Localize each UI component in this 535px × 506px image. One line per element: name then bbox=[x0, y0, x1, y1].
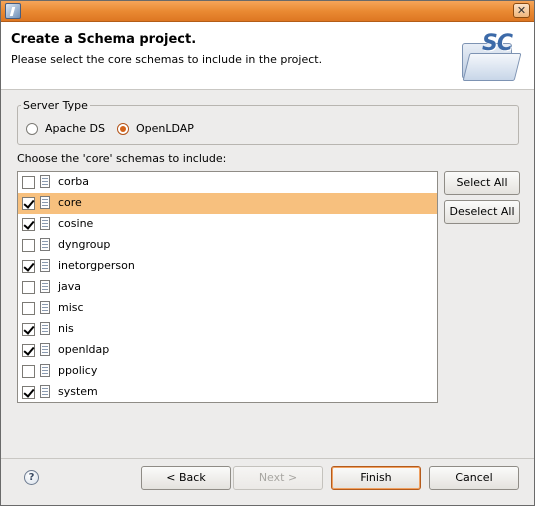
schema-file-icon bbox=[40, 301, 50, 314]
schema-file-icon bbox=[40, 343, 50, 356]
openldap-label[interactable]: OpenLDAP bbox=[136, 122, 194, 135]
apache-ds-radio[interactable] bbox=[26, 123, 38, 135]
schema-file-icon bbox=[40, 238, 50, 251]
schema-project-banner-icon: SC bbox=[460, 31, 522, 83]
close-button[interactable]: ✕ bbox=[513, 3, 530, 18]
footer-divider bbox=[1, 458, 534, 459]
eclipse-window-icon bbox=[5, 3, 21, 19]
checkbox[interactable] bbox=[22, 344, 35, 357]
cancel-button[interactable]: Cancel bbox=[429, 466, 519, 490]
schema-row-cosine[interactable]: cosine bbox=[18, 214, 437, 235]
schema-name: java bbox=[58, 280, 82, 293]
schema-file-icon bbox=[40, 364, 50, 377]
wizard-window: ✕ Create a Schema project. Please select… bbox=[0, 0, 535, 506]
schema-name: cosine bbox=[58, 217, 94, 230]
schema-name: system bbox=[58, 385, 98, 398]
schema-name: dyngroup bbox=[58, 238, 111, 251]
checkbox[interactable] bbox=[22, 239, 35, 252]
deselect-all-button[interactable]: Deselect All bbox=[444, 200, 520, 224]
schema-file-icon bbox=[40, 259, 50, 272]
schemas-caption: Choose the 'core' schemas to include: bbox=[17, 152, 227, 165]
checkbox[interactable] bbox=[22, 323, 35, 336]
help-icon[interactable]: ? bbox=[24, 470, 39, 485]
schema-name: misc bbox=[58, 301, 84, 314]
schema-file-icon bbox=[40, 175, 50, 188]
server-type-label: Server Type bbox=[21, 99, 90, 112]
checkbox[interactable] bbox=[22, 176, 35, 189]
schema-row-core[interactable]: core bbox=[18, 193, 437, 214]
page-title: Create a Schema project. bbox=[11, 32, 197, 47]
checkbox[interactable] bbox=[22, 260, 35, 273]
schema-list[interactable]: corba core cosine dyngroup inetorgperson… bbox=[17, 171, 438, 403]
checkbox[interactable] bbox=[22, 365, 35, 378]
schema-file-icon bbox=[40, 196, 50, 209]
schema-name: corba bbox=[58, 175, 90, 188]
schema-file-icon bbox=[40, 217, 50, 230]
schema-file-icon bbox=[40, 385, 50, 398]
banner-text: SC bbox=[482, 31, 513, 56]
schema-row-java[interactable]: java bbox=[18, 277, 437, 298]
schema-name: core bbox=[58, 196, 82, 209]
schema-row-dyngroup[interactable]: dyngroup bbox=[18, 235, 437, 256]
schema-row-system[interactable]: system bbox=[18, 382, 437, 402]
schema-row-corba[interactable]: corba bbox=[18, 172, 437, 193]
apache-ds-label[interactable]: Apache DS bbox=[45, 122, 105, 135]
next-button[interactable]: Next > bbox=[233, 466, 323, 490]
schema-name: ppolicy bbox=[58, 364, 98, 377]
openldap-radio[interactable] bbox=[117, 123, 129, 135]
schema-row-nis[interactable]: nis bbox=[18, 319, 437, 340]
finish-button[interactable]: Finish bbox=[331, 466, 421, 490]
select-all-button[interactable]: Select All bbox=[444, 171, 520, 195]
title-bar[interactable]: ✕ bbox=[1, 1, 534, 22]
back-button[interactable]: < Back bbox=[141, 466, 231, 490]
schema-name: inetorgperson bbox=[58, 259, 135, 272]
schema-file-icon bbox=[40, 322, 50, 335]
schema-name: nis bbox=[58, 322, 74, 335]
schema-row-inetorgperson[interactable]: inetorgperson bbox=[18, 256, 437, 277]
checkbox[interactable] bbox=[22, 281, 35, 294]
wizard-header: Create a Schema project. Please select t… bbox=[1, 22, 534, 90]
schema-row-openldap[interactable]: openldap bbox=[18, 340, 437, 361]
page-description: Please select the core schemas to includ… bbox=[11, 53, 323, 66]
checkbox[interactable] bbox=[22, 386, 35, 399]
schema-name: openldap bbox=[58, 343, 110, 356]
checkbox[interactable] bbox=[22, 197, 35, 210]
checkbox[interactable] bbox=[22, 302, 35, 315]
schema-row-misc[interactable]: misc bbox=[18, 298, 437, 319]
schema-row-ppolicy[interactable]: ppolicy bbox=[18, 361, 437, 382]
checkbox[interactable] bbox=[22, 218, 35, 231]
schema-file-icon bbox=[40, 280, 50, 293]
